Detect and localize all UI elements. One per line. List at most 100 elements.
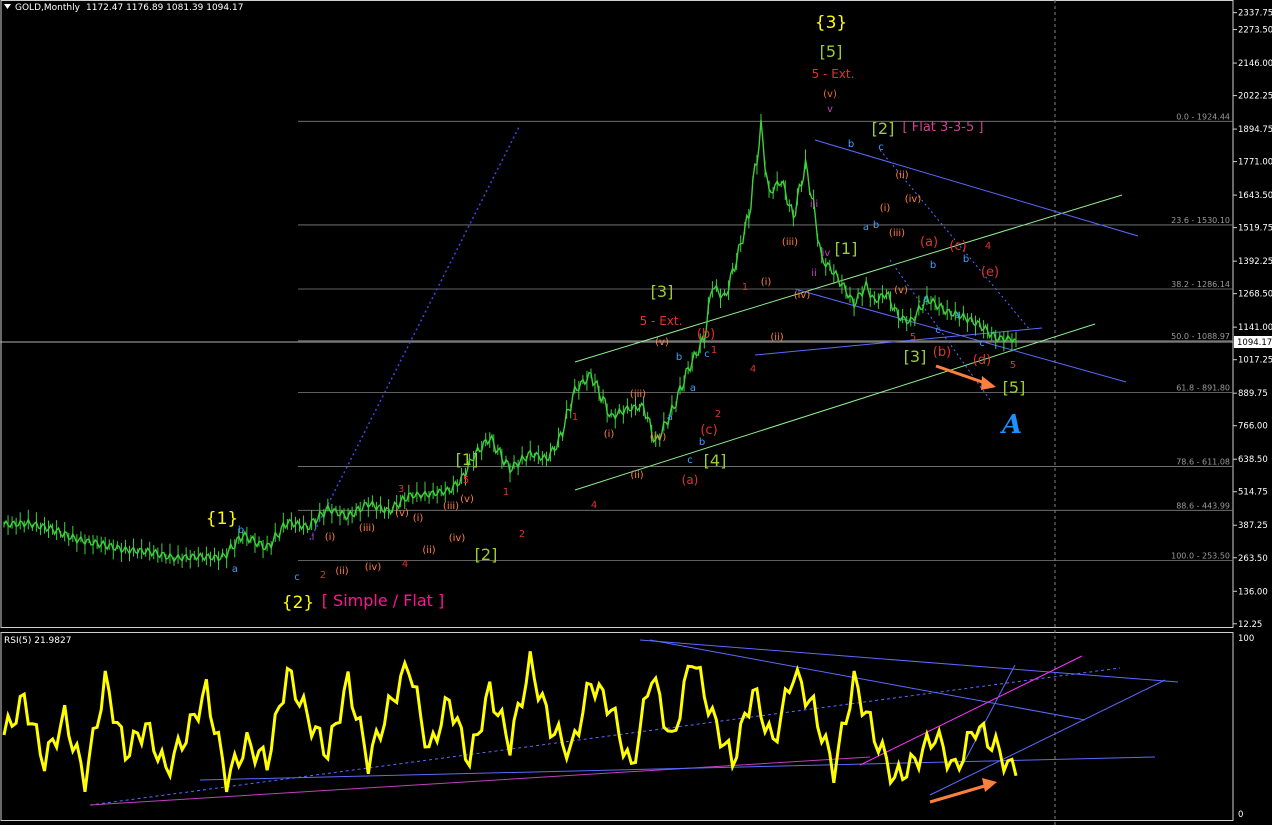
sub-wave-label: c: [704, 349, 710, 360]
sub-wave-label: c: [935, 325, 941, 336]
sub-wave-label: b: [238, 525, 244, 536]
wave-label-ext-left: 5 - Ext.: [640, 314, 683, 328]
rsi-label: RSI(5) 21.9827: [4, 636, 71, 646]
fib-level-label: 78.6 - 611.08: [1176, 457, 1230, 466]
watermark-logo: A: [999, 410, 1022, 440]
price-tick-label: 12.25: [1238, 620, 1262, 630]
sub-wave-label: c: [294, 572, 300, 583]
sub-wave-label: (ii): [770, 332, 783, 343]
sub-wave-label: (v): [395, 508, 409, 519]
price-tick-label: 2273.50: [1238, 26, 1272, 36]
wave-label-sq5-top: [5]: [820, 42, 843, 61]
price-tick-label: 1894.75: [1238, 125, 1272, 135]
wave-label-deg1: {1}: [206, 509, 238, 529]
price-tick-label: 1643.50: [1238, 191, 1272, 201]
sub-wave-label: 4: [591, 500, 597, 511]
sub-wave-label: (ii): [335, 566, 348, 577]
wave-label-sq3-mid: [3]: [904, 347, 927, 366]
sub-wave-label: (iii): [630, 389, 646, 400]
price-tick-label: 2337.75: [1238, 9, 1272, 19]
sub-wave-label: 5: [1010, 360, 1016, 371]
rsi-scale-top: 100: [1238, 634, 1254, 644]
fib-level-label: 100.0 - 253.50: [1171, 551, 1230, 560]
chart-canvas: 0.0 - 1924.44 23.6 - 1530.10 38.2 - 1286.1…: [0, 0, 1272, 825]
price-tick-label: 1519.75: [1238, 224, 1272, 234]
wave-label-c-c: (c): [700, 423, 717, 438]
price-tick-label: 1392.25: [1238, 257, 1272, 267]
wave-label-sq2-mid: [2]: [872, 119, 895, 138]
sub-wave-label: b: [676, 352, 682, 363]
price-tick-label: 263.50: [1238, 554, 1268, 564]
price-tick-label: 387.25: [1238, 521, 1268, 531]
wave-label-flat-note: [ Flat 3-3-5 ]: [903, 120, 984, 135]
wave-label-deg3-top: {3}: [815, 13, 847, 33]
price-tick-label: 638.50: [1238, 455, 1268, 465]
wave-label-deg2: {2}: [282, 593, 314, 613]
wave-label-c-mid: (c): [949, 239, 966, 254]
sub-wave-label: a: [232, 564, 238, 575]
sub-wave-label: (iv): [794, 290, 811, 301]
sub-wave-label: (i): [761, 277, 772, 288]
sub-wave-label: 2: [715, 409, 721, 420]
sub-wave-label: (iv): [650, 432, 667, 443]
price-tick-label: 2146.00: [1238, 59, 1272, 69]
sub-wave-label: b: [848, 139, 854, 150]
ohlc-values: 1172.47 1176.89 1081.39 1094.17: [86, 3, 243, 13]
sub-wave-label: 3: [398, 484, 404, 495]
sub-wave-label: 4: [402, 559, 408, 570]
sub-wave-label: (i): [880, 203, 891, 214]
sub-wave-label: (iv): [449, 533, 466, 544]
price-tick-label: 1268.50: [1238, 290, 1272, 300]
wave-label-sq2-left: [2]: [475, 545, 498, 564]
sub-wave-label: (iii): [889, 228, 905, 239]
wave-label-sq1-mid: [1]: [835, 239, 858, 258]
fib-level-label: 38.2 - 1286.14: [1171, 280, 1230, 289]
sub-wave-label: a: [923, 294, 929, 305]
rsi-scale-bottom: 0: [1238, 810, 1243, 820]
wave-label-sq5-target: [5]: [1003, 378, 1026, 397]
sub-wave-label: 1: [742, 282, 748, 293]
price-tick-label: 766.00: [1238, 422, 1268, 432]
wave-label-sq4-left: [4]: [704, 451, 727, 470]
symbol-label: GOLD,Monthly: [15, 3, 81, 13]
sub-wave-label: 2: [519, 529, 525, 540]
wave-label-simple-flat: [ Simple / Flat ]: [322, 591, 445, 610]
sub-wave-label: a: [667, 412, 673, 423]
wave-label-sq3-left: [3]: [651, 282, 674, 301]
sub-wave-label: (iii): [443, 501, 459, 512]
current-price-text: 1094.17: [1237, 338, 1272, 348]
price-tick-label: 1141.00: [1238, 323, 1272, 333]
sub-wave-label: (iii): [782, 237, 798, 248]
sub-wave-label: c: [979, 338, 985, 349]
price-tick-label: 514.75: [1238, 488, 1268, 498]
sub-wave-label: 1: [711, 345, 717, 356]
price-tick-label: 136.00: [1238, 587, 1268, 597]
wave-label-b-mid: (b): [933, 345, 951, 360]
wave-label-v-top: (v): [823, 89, 837, 100]
wave-label-a-c: (a): [682, 473, 699, 487]
sub-wave-label: (i): [325, 532, 336, 543]
price-tick-label: 2022.25: [1238, 92, 1272, 102]
sub-wave-label: (iv): [905, 194, 922, 205]
fib-level-label: 61.8 - 891.80: [1176, 384, 1230, 393]
wave-label-b-c: (b): [697, 327, 715, 342]
sub-wave-label: a: [690, 383, 696, 394]
sub-wave-label: b: [963, 254, 969, 265]
fib-level-label: 0.0 - 1924.44: [1176, 112, 1230, 121]
sub-wave-label: c: [687, 455, 693, 466]
price-tick-label: 889.75: [1238, 389, 1268, 399]
sub-wave-label: a: [955, 310, 961, 321]
fib-level-label: 88.6 - 443.99: [1176, 501, 1230, 510]
sub-wave-label: b: [699, 437, 705, 448]
sub-wave-label: iv: [822, 248, 831, 259]
wave-label-v-minute: v: [827, 104, 833, 115]
wave-label-a-mid: (a): [920, 235, 938, 250]
sub-wave-label: (ii): [422, 545, 435, 556]
sub-wave-label: 4: [750, 364, 756, 375]
wave-label-ext-top: 5 - Ext.: [812, 67, 855, 81]
price-tick-label: 1771.00: [1238, 158, 1272, 168]
wave-label-d-mid: (d): [973, 353, 991, 368]
sub-wave-label: 4: [985, 241, 991, 252]
sub-wave-label: 5: [910, 332, 916, 343]
sub-wave-label: (ii): [630, 470, 643, 481]
